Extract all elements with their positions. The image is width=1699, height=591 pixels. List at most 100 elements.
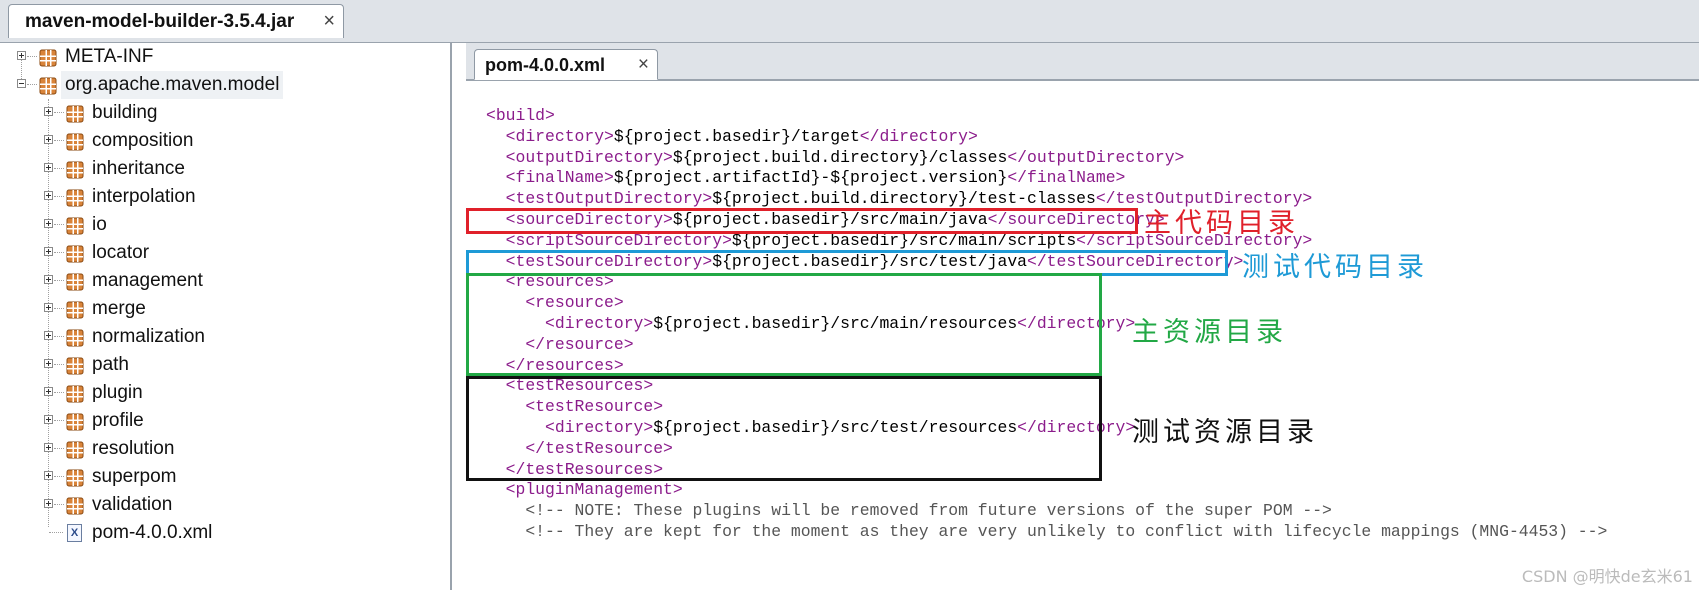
tree-item-pom-file[interactable]: Xpom-4.0.0.xml	[0, 519, 440, 547]
package-icon	[66, 440, 84, 459]
xml-text: ${project.basedir}/target	[613, 126, 860, 146]
package-icon	[66, 244, 84, 263]
expand-icon[interactable]	[44, 387, 53, 396]
xml-tag: </outputDirectory>	[1007, 147, 1185, 167]
jar-tab[interactable]: maven-model-builder-3.5.4.jar ×	[8, 4, 344, 38]
tree-item-path[interactable]: path	[0, 351, 440, 379]
tree-connector	[54, 392, 64, 393]
tree-connector	[54, 504, 64, 505]
xml-comment: <!-- NOTE: These plugins will be removed…	[486, 501, 1332, 521]
tree-connector	[54, 280, 64, 281]
code-line: <finalName>${project.artifactId}-${proje…	[486, 167, 1126, 189]
package-icon	[66, 496, 84, 515]
tree-connector	[27, 84, 37, 85]
tree-item-locator[interactable]: locator	[0, 239, 440, 267]
expand-icon[interactable]	[17, 51, 26, 60]
tree-connector	[54, 420, 64, 421]
close-icon[interactable]: ×	[638, 54, 649, 76]
code-line: <!-- NOTE: These plugins will be removed…	[486, 500, 1332, 522]
tree-item-profile[interactable]: profile	[0, 407, 440, 435]
package-icon	[39, 76, 57, 95]
tree-item-label: interpolation	[92, 186, 196, 207]
expand-icon[interactable]	[44, 219, 53, 228]
package-icon	[66, 132, 84, 151]
tree-item-inheritance[interactable]: inheritance	[0, 155, 440, 183]
tree-item-superpom[interactable]: superpom	[0, 463, 440, 491]
tree-item-label: pom-4.0.0.xml	[92, 522, 213, 543]
code-line: <directory>${project.basedir}/target</di…	[486, 126, 978, 148]
tree-item-interpolation[interactable]: interpolation	[0, 183, 440, 211]
tree-item-normalization[interactable]: normalization	[0, 323, 440, 351]
tree-item-org-apache-maven-model[interactable]: org.apache.maven.model	[0, 71, 440, 99]
package-icon	[66, 188, 84, 207]
code-line: <build>	[486, 105, 555, 127]
expand-icon[interactable]	[44, 499, 53, 508]
expand-icon[interactable]	[44, 359, 53, 368]
xml-tag: <outputDirectory>	[486, 147, 673, 167]
code-line: <outputDirectory>${project.build.directo…	[486, 147, 1185, 169]
expand-icon[interactable]	[44, 443, 53, 452]
tree-connector	[49, 532, 63, 533]
tree-connector	[54, 308, 64, 309]
main-source-highlight	[466, 208, 1138, 234]
tree-item-label: profile	[92, 410, 144, 431]
test-resources-note: 测试资源目录	[1132, 417, 1318, 448]
package-icon	[66, 160, 84, 179]
tree-item-validation[interactable]: validation	[0, 491, 440, 519]
tree-item-management[interactable]: management	[0, 267, 440, 295]
package-icon	[66, 412, 84, 431]
tree-item-label: merge	[92, 298, 146, 319]
collapse-icon[interactable]	[17, 79, 26, 88]
tree-connector	[54, 140, 64, 141]
xml-tag: <pluginManagement>	[486, 480, 683, 500]
tree-item-label: superpom	[92, 466, 177, 487]
expand-icon[interactable]	[44, 107, 53, 116]
xml-tag: </finalName>	[1007, 168, 1126, 188]
code-line: <pluginManagement>	[486, 479, 683, 501]
expand-icon[interactable]	[44, 471, 53, 480]
tree-item-label: locator	[92, 242, 150, 263]
tree-item-composition[interactable]: composition	[0, 127, 440, 155]
expand-icon[interactable]	[44, 415, 53, 424]
tree-connector	[54, 196, 64, 197]
tree-item-meta-inf[interactable]: META-INF	[0, 43, 440, 71]
expand-icon[interactable]	[44, 303, 53, 312]
tree-item-label: plugin	[92, 382, 143, 403]
tree-item-plugin[interactable]: plugin	[0, 379, 440, 407]
package-icon	[66, 216, 84, 235]
package-icon	[66, 300, 84, 319]
expand-icon[interactable]	[44, 135, 53, 144]
package-icon	[66, 328, 84, 347]
expand-icon[interactable]	[44, 331, 53, 340]
xml-text: ${project.build.directory}/test-classes	[712, 189, 1096, 209]
expand-icon[interactable]	[44, 247, 53, 256]
expand-icon[interactable]	[44, 163, 53, 172]
close-icon[interactable]: ×	[323, 11, 335, 31]
tree-item-building[interactable]: building	[0, 99, 440, 127]
tree-item-label: resolution	[92, 438, 175, 459]
tree-item-resolution[interactable]: resolution	[0, 435, 440, 463]
tree-connector	[54, 224, 64, 225]
xml-text: ${project.artifactId}-${project.version}	[613, 168, 1008, 188]
tree-connector	[54, 364, 64, 365]
tree-item-merge[interactable]: merge	[0, 295, 440, 323]
test-resources-highlight	[466, 376, 1102, 481]
xml-editor[interactable]: <build> <directory>${project.basedir}/ta…	[466, 80, 1699, 591]
expand-icon[interactable]	[44, 191, 53, 200]
code-line: <!-- They are kept for the moment as the…	[486, 521, 1607, 543]
package-icon	[39, 48, 57, 67]
watermark: CSDN @明快de玄米61	[1521, 567, 1693, 586]
xml-tag: <directory>	[486, 126, 614, 146]
xml-tag: </directory>	[859, 126, 978, 146]
pom-editor-tab[interactable]: pom-4.0.0.xml ×	[474, 49, 658, 80]
expand-icon[interactable]	[44, 275, 53, 284]
tree-item-label: io	[92, 214, 107, 235]
xml-comment: <!-- They are kept for the moment as the…	[486, 522, 1608, 541]
tree-connector	[54, 168, 64, 169]
xml-file-icon: X	[67, 524, 82, 542]
tree-item-label: management	[92, 270, 203, 291]
tree-item-io[interactable]: io	[0, 211, 440, 239]
package-icon	[66, 272, 84, 291]
xml-tag: <finalName>	[486, 168, 614, 188]
tree-item-label: building	[92, 102, 158, 123]
